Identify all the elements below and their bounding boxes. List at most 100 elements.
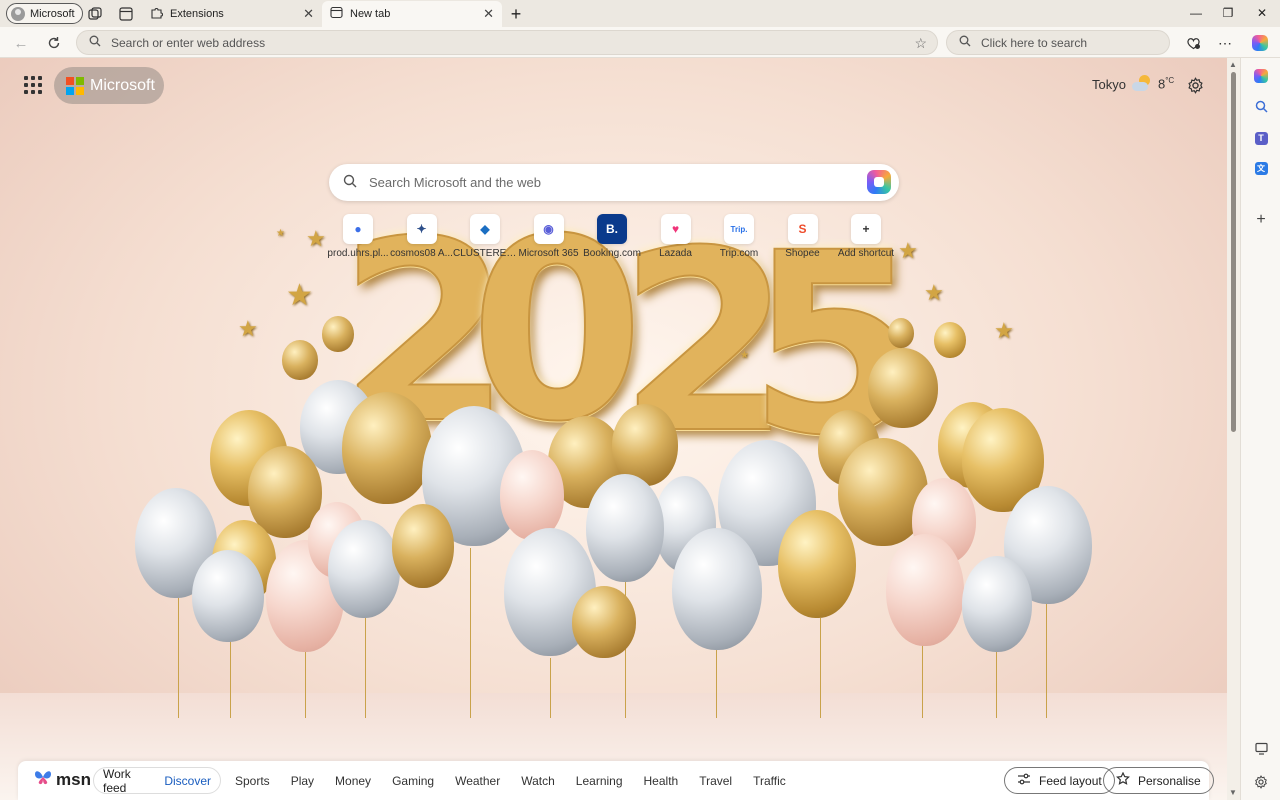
logo-text: Microsoft <box>90 76 155 94</box>
balloon <box>500 450 564 540</box>
copilot-icon[interactable] <box>1250 33 1270 53</box>
personalise-button[interactable]: Personalise <box>1103 767 1214 794</box>
msn-nav-item[interactable]: Travel <box>699 774 732 788</box>
shortcut-tile[interactable]: S Shopee <box>771 214 835 259</box>
discover-tab[interactable]: Discover <box>155 774 220 788</box>
address-placeholder: Search or enter web address <box>111 35 266 50</box>
shortcut-label: Add shortcut <box>837 248 895 259</box>
msn-logo[interactable]: msn <box>34 769 91 790</box>
profile-button[interactable]: Microsoft <box>6 3 83 24</box>
page-scrollbar[interactable]: ▲ ▼ <box>1227 58 1240 800</box>
shortcut-tile[interactable]: B. Booking.com <box>580 214 644 259</box>
scrollbar-thumb[interactable] <box>1231 72 1236 432</box>
copilot-icon[interactable] <box>867 170 891 194</box>
balloon <box>586 474 664 582</box>
search-placeholder: Click here to search <box>981 35 1088 50</box>
shortcut-tile[interactable]: Trip. Trip.com <box>707 214 771 259</box>
apps-launcher-icon[interactable] <box>24 76 42 94</box>
shortcut-favicon-icon: ◉ <box>533 214 564 244</box>
shortcut-tile[interactable]: ✦ cosmos08 A... <box>390 214 454 259</box>
microsoft-logo-button[interactable]: Microsoft <box>54 67 164 104</box>
msn-nav-item[interactable]: Money <box>335 774 371 788</box>
feed-toggle: Work feed Discover <box>93 767 221 795</box>
msn-nav-item[interactable]: Weather <box>455 774 500 788</box>
msn-nav-item[interactable]: Gaming <box>392 774 434 788</box>
shortcut-label: Trip.com <box>719 248 759 259</box>
screen-capture-icon[interactable] <box>1251 738 1271 758</box>
balloon-string <box>1046 598 1047 718</box>
scroll-down-arrow-icon[interactable]: ▼ <box>1229 788 1237 797</box>
page-settings-gear-icon[interactable] <box>1185 75 1205 95</box>
msn-nav-item[interactable]: Watch <box>521 774 555 788</box>
main-search-box[interactable]: Search Microsoft and the web <box>329 164 899 201</box>
msn-nav-item[interactable]: Learning <box>576 774 623 788</box>
balloon <box>888 318 914 348</box>
shortcut-tile[interactable]: ◉ Microsoft 365 <box>517 214 581 259</box>
tab-new-tab[interactable]: New tab ✕ <box>322 1 502 27</box>
balloon <box>886 534 964 646</box>
shortcut-tile[interactable]: ◆ CLUSTERED ... <box>453 214 517 259</box>
balloon <box>342 392 432 504</box>
star-icon: ★ <box>286 279 313 312</box>
msn-nav-item[interactable]: Sports <box>235 774 270 788</box>
shortcut-favicon-icon: ● <box>343 214 373 244</box>
search-placeholder: Search Microsoft and the web <box>369 175 541 190</box>
close-window-button[interactable]: ✕ <box>1242 3 1280 23</box>
shortcut-label: cosmos08 A... <box>390 248 453 259</box>
feed-layout-button[interactable]: Feed layout <box>1004 767 1115 794</box>
balloon <box>392 504 454 588</box>
translator-icon[interactable]: 文 <box>1251 158 1271 178</box>
shortcut-favicon-icon: ✦ <box>406 214 437 244</box>
profile-label: Microsoft <box>30 7 75 20</box>
balloon-string <box>470 548 471 718</box>
balloon <box>934 322 966 358</box>
search-icon[interactable] <box>1251 96 1271 116</box>
shortcut-label: Lazada <box>659 248 692 259</box>
msn-logo-text: msn <box>56 769 91 789</box>
add-sidebar-app-icon[interactable]: + <box>1251 210 1271 230</box>
balloon <box>322 316 354 352</box>
favorite-star-icon[interactable]: ☆ <box>914 35 927 52</box>
balloon-string <box>820 618 821 718</box>
weather-city: Tokyo <box>1092 76 1126 92</box>
partly-cloudy-icon <box>1131 75 1152 93</box>
scroll-up-arrow-icon[interactable]: ▲ <box>1229 60 1237 69</box>
tab-label: Extensions <box>170 8 224 20</box>
close-icon[interactable]: ✕ <box>483 6 494 22</box>
copilot-icon[interactable] <box>1251 66 1271 86</box>
work-feed-tab[interactable]: Work feed <box>94 767 155 795</box>
balloon <box>868 348 938 428</box>
back-arrow-icon[interactable]: ← <box>11 33 31 53</box>
msn-nav-item[interactable]: Play <box>291 774 314 788</box>
msn-nav-item[interactable]: Health <box>644 774 679 788</box>
refresh-icon[interactable] <box>44 33 64 53</box>
shortcut-favicon-icon: S <box>787 214 818 244</box>
msn-nav-item[interactable]: Traffic <box>753 774 786 788</box>
balloon-string <box>996 648 997 718</box>
microsoft-logo-icon <box>66 76 84 95</box>
browser-essentials-icon[interactable] <box>1183 33 1203 53</box>
shortcut-tile[interactable]: ♥ Lazada <box>644 214 708 259</box>
teams-icon[interactable]: T <box>1251 128 1271 148</box>
title-bar: Microsoft Extensions ✕ New tab ✕ + — ❐ ✕ <box>0 0 1280 27</box>
balloon-string <box>365 618 366 718</box>
shortcut-tile[interactable]: ● prod.uhrs.pl... <box>326 214 390 259</box>
sidebar-settings-gear-icon[interactable] <box>1251 772 1271 792</box>
balloon <box>962 556 1032 652</box>
star-icon: ★ <box>238 316 258 341</box>
weather-widget[interactable]: Tokyo 8°C <box>1092 75 1174 93</box>
star-icon: ★ <box>898 238 918 263</box>
balloon-string <box>305 648 306 718</box>
shortcut-label: Shopee <box>785 248 820 259</box>
workspaces-icon[interactable] <box>86 5 104 23</box>
new-tab-button[interactable]: + <box>507 4 525 24</box>
tab-actions-icon[interactable] <box>117 5 135 23</box>
address-bar[interactable]: Search or enter web address ☆ <box>76 30 938 55</box>
tab-extensions[interactable]: Extensions ✕ <box>142 1 322 27</box>
puzzle-icon <box>150 6 163 22</box>
close-icon[interactable]: ✕ <box>303 6 314 22</box>
more-options-icon[interactable]: ⋯ <box>1215 33 1235 53</box>
add-shortcut-button[interactable]: + Add shortcut <box>834 214 898 259</box>
web-search-box[interactable]: Click here to search <box>946 30 1170 55</box>
shortcut-favicon-icon: + <box>851 214 881 244</box>
